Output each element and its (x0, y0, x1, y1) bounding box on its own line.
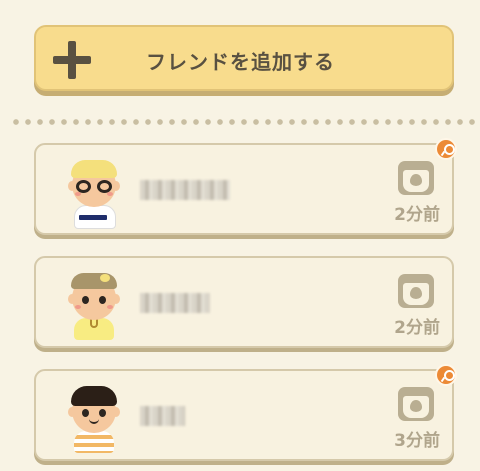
online-badge-icon (435, 364, 457, 386)
online-badge-icon (435, 138, 457, 160)
blurred-friend-name (140, 406, 185, 426)
avatar (66, 385, 122, 453)
friend-card[interactable]: 2分前 (34, 256, 454, 348)
avatar (66, 159, 122, 229)
last-active-time: 3分前 (394, 431, 440, 451)
last-active-time: 2分前 (394, 318, 440, 338)
blurred-friend-name (140, 293, 210, 313)
add-friend-button[interactable]: フレンドを追加する (34, 25, 454, 91)
plus-icon (53, 41, 91, 79)
friend-card[interactable]: 3分前 (34, 364, 457, 461)
item-icon (398, 161, 434, 195)
last-active-time: 2分前 (394, 205, 440, 225)
avatar (66, 272, 122, 340)
item-icon (398, 387, 434, 421)
dotted-divider (10, 118, 480, 126)
item-icon (398, 274, 434, 308)
friend-card[interactable]: 2分前 (34, 138, 457, 235)
add-friend-label: フレンドを追加する (146, 50, 335, 74)
blurred-friend-name (140, 180, 230, 200)
